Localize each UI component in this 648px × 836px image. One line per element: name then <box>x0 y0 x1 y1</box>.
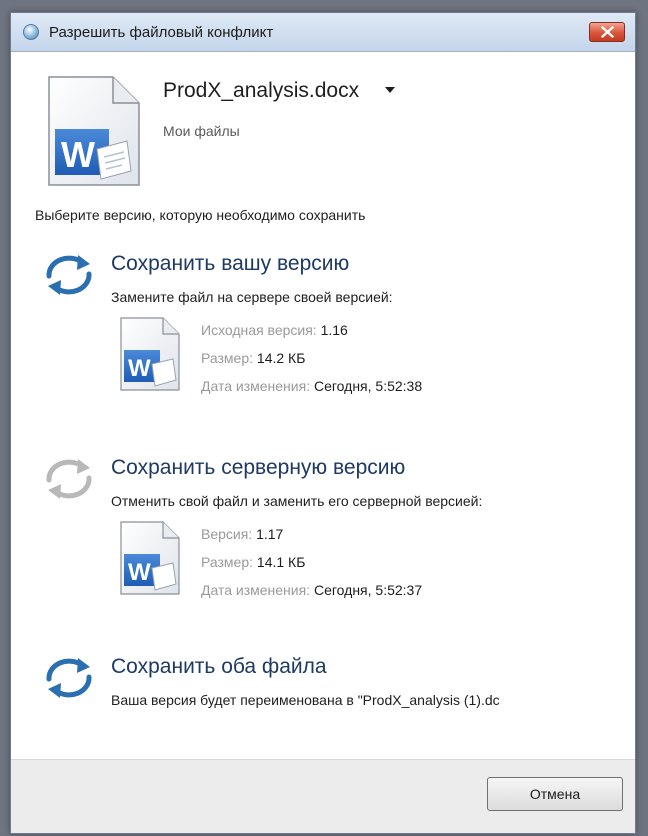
svg-text:W: W <box>61 134 95 175</box>
file-name[interactable]: ProdX_analysis.docx <box>163 79 359 103</box>
file-conflict-dialog: Разрешить файловый конфликт W ProdX_anal… <box>10 12 636 834</box>
title-bar: Разрешить файловый конфликт <box>11 13 635 52</box>
sync-icon <box>46 459 92 499</box>
option-description: Замените файл на сервере своей версией: <box>111 289 393 305</box>
meta-key: Версия: <box>201 526 253 542</box>
meta-version: Версия: 1.17 <box>201 526 283 542</box>
meta-value: 14.1 КБ <box>256 554 306 570</box>
option-title: Сохранить вашу версию <box>111 252 350 275</box>
chevron-down-icon[interactable] <box>385 87 395 93</box>
dialog-title: Разрешить файловый конфликт <box>49 24 274 41</box>
file-location: Мои файлы <box>163 123 240 139</box>
meta-key: Дата изменения: <box>201 582 311 598</box>
instruction-text: Выберите версию, которую необходимо сохр… <box>35 207 366 223</box>
sync-icon <box>46 658 92 698</box>
meta-size: Размер: 14.2 КБ <box>201 350 305 366</box>
meta-key: Размер: <box>201 350 254 366</box>
option-keep-your-version[interactable]: Сохранить вашу версию Замените файл на с… <box>11 252 635 417</box>
option-description: Ваша версия будет переименована в "ProdX… <box>111 692 500 708</box>
meta-value: 1.16 <box>320 322 348 338</box>
option-keep-both[interactable]: Сохранить оба файла Ваша версия будет пе… <box>11 655 635 725</box>
option-title: Сохранить оба файла <box>111 655 327 678</box>
meta-modified: Дата изменения: Сегодня, 5:52:38 <box>201 378 422 394</box>
option-keep-server-version[interactable]: Сохранить серверную версию Отменить свой… <box>11 456 635 621</box>
word-document-icon: W <box>120 317 180 391</box>
dialog-footer: Отмена <box>11 759 635 833</box>
meta-version: Исходная версия: 1.16 <box>201 322 348 338</box>
meta-value: Сегодня, 5:52:37 <box>313 582 423 598</box>
sync-icon <box>46 255 92 295</box>
app-globe-icon <box>23 24 39 40</box>
meta-value: 1.17 <box>256 526 284 542</box>
svg-text:W: W <box>128 559 151 586</box>
meta-key: Исходная версия: <box>201 322 317 338</box>
dialog-body: W ProdX_analysis.docx Мои файлы Выберите… <box>11 52 635 762</box>
meta-value: Сегодня, 5:52:38 <box>313 378 423 394</box>
meta-size: Размер: 14.1 КБ <box>201 554 305 570</box>
meta-value: 14.2 КБ <box>256 350 306 366</box>
close-button[interactable] <box>589 22 625 42</box>
word-document-icon: W <box>120 521 180 595</box>
cancel-button[interactable]: Отмена <box>487 777 623 811</box>
meta-key: Дата изменения: <box>201 378 311 394</box>
meta-modified: Дата изменения: Сегодня, 5:52:37 <box>201 582 422 598</box>
option-description: Отменить свой файл и заменить его сервер… <box>111 493 483 509</box>
meta-key: Размер: <box>201 554 254 570</box>
option-title: Сохранить серверную версию <box>111 456 406 479</box>
svg-text:W: W <box>128 355 151 382</box>
close-icon <box>601 26 614 38</box>
word-document-icon: W <box>48 76 140 186</box>
